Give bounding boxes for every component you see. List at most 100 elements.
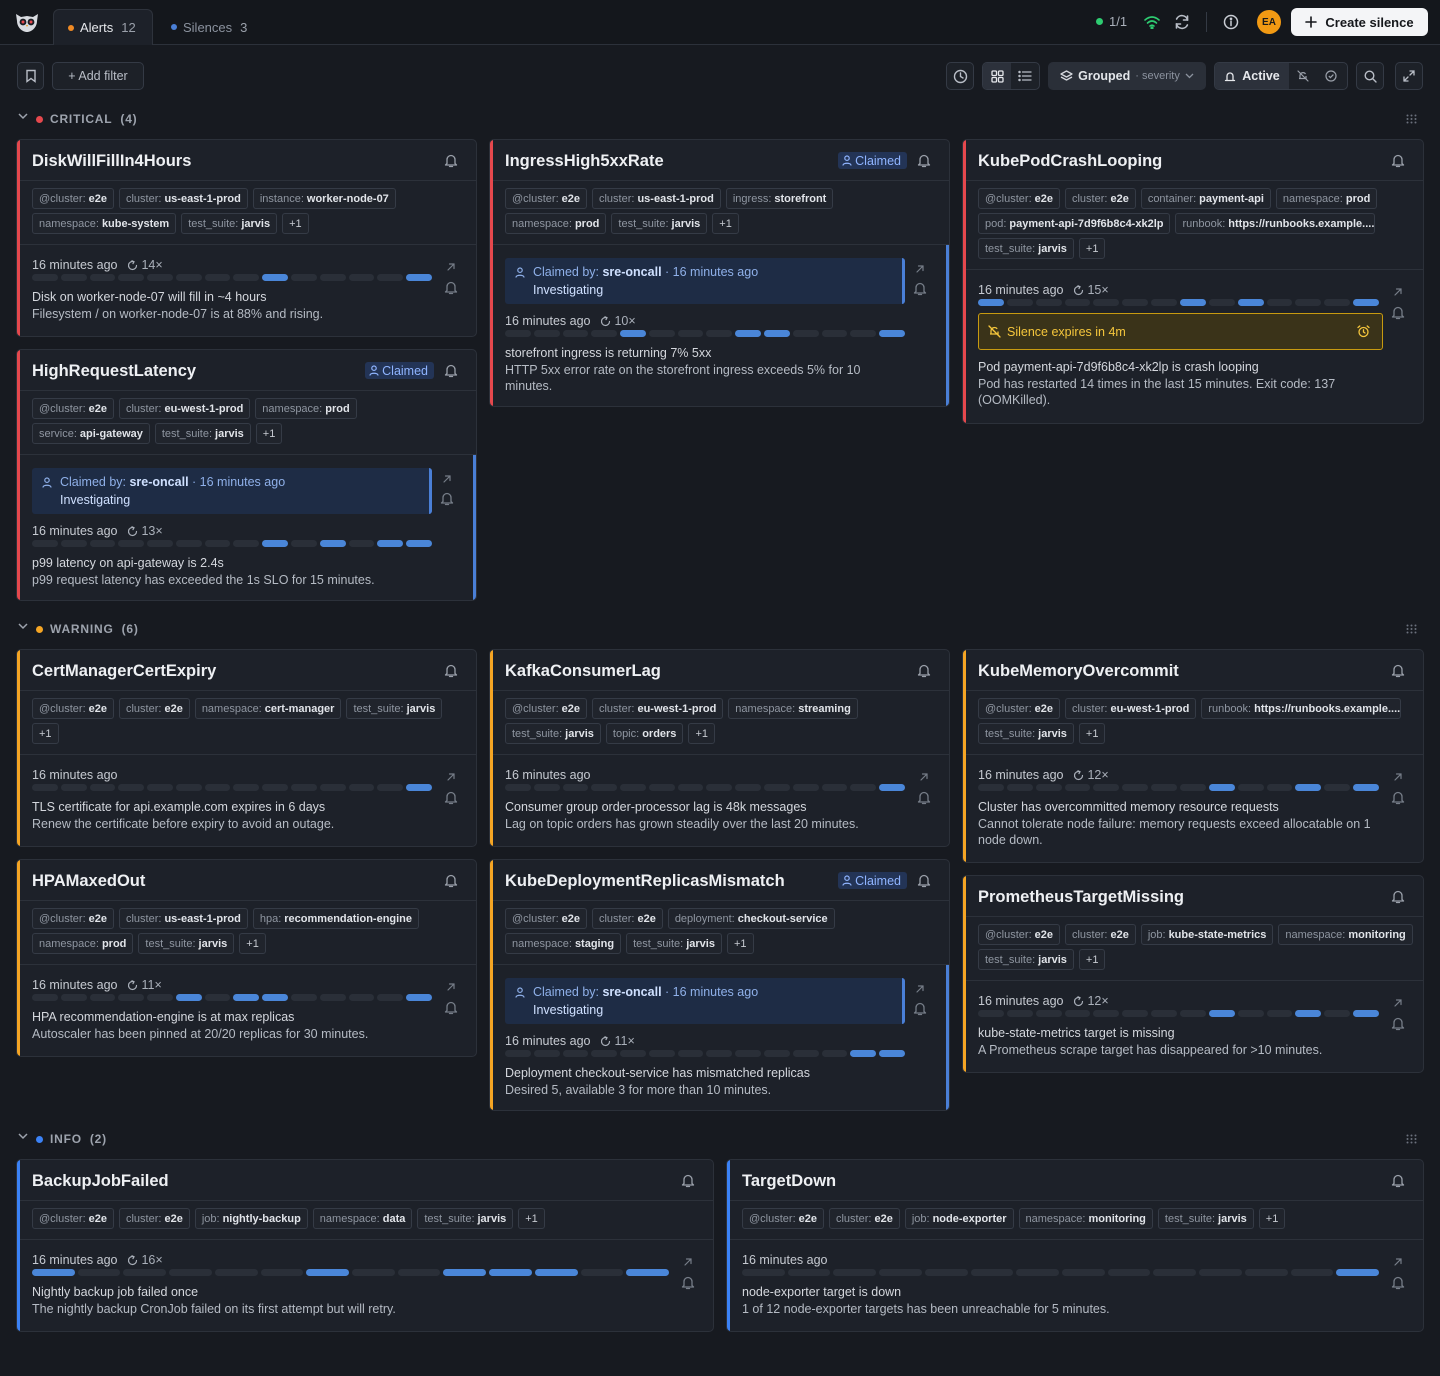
- label-chip[interactable]: @cluster: e2e: [505, 188, 587, 209]
- more-labels-chip[interactable]: +1: [688, 723, 715, 744]
- label-chip[interactable]: @cluster: e2e: [505, 908, 587, 929]
- history-button[interactable]: [946, 62, 974, 90]
- label-chip[interactable]: test_suite: jarvis: [626, 933, 722, 954]
- alert-card[interactable]: TargetDown @cluster: e2e cluster: e2e job: nod…: [726, 1159, 1424, 1332]
- label-chip[interactable]: runbook: https://runbooks.example....: [1201, 698, 1402, 719]
- create-silence-button[interactable]: Create silence: [1291, 8, 1428, 36]
- more-labels-chip[interactable]: +1: [32, 723, 59, 744]
- label-chip[interactable]: test_suite: jarvis: [417, 1208, 514, 1229]
- label-chip[interactable]: cluster: eu-west-1-prod: [591, 698, 724, 719]
- bell-icon[interactable]: [444, 280, 458, 295]
- bell-icon[interactable]: [1391, 1275, 1405, 1290]
- label-chip[interactable]: @cluster: e2e: [32, 188, 114, 209]
- label-chip[interactable]: namespace: prod: [1275, 188, 1378, 209]
- alert-card[interactable]: KafkaConsumerLag @cluster: e2e cluster: eu-w…: [489, 649, 950, 847]
- label-chip[interactable]: runbook: https://runbooks.example....: [1175, 213, 1376, 234]
- alert-card[interactable]: KubeDeploymentReplicasMismatch Claimed @cl…: [489, 859, 950, 1111]
- alert-title[interactable]: BackupJobFailed: [32, 1172, 169, 1191]
- group-by-select[interactable]: Grouped · severity: [1048, 62, 1206, 90]
- bell-icon[interactable]: [444, 1000, 458, 1015]
- more-labels-chip[interactable]: +1: [1078, 238, 1106, 259]
- bell-icon[interactable]: [681, 1275, 695, 1290]
- bell-icon[interactable]: [917, 153, 931, 168]
- label-chip[interactable]: @cluster: e2e: [978, 924, 1060, 945]
- bell-icon[interactable]: [444, 663, 458, 678]
- bell-icon[interactable]: [917, 790, 931, 805]
- active-filter-button[interactable]: Active: [1215, 63, 1289, 89]
- bell-icon[interactable]: [1391, 305, 1405, 320]
- label-chip[interactable]: namespace: data: [312, 1208, 413, 1229]
- bell-icon[interactable]: [1391, 1016, 1405, 1031]
- label-chip[interactable]: job: nightly-backup: [194, 1208, 308, 1229]
- bell-icon[interactable]: [913, 281, 927, 296]
- label-chip[interactable]: instance: worker-node-07: [252, 188, 396, 209]
- bell-icon[interactable]: [444, 363, 458, 378]
- bell-icon[interactable]: [917, 873, 931, 888]
- more-labels-chip[interactable]: +1: [712, 213, 739, 234]
- group-header-critical[interactable]: CRITICAL (4): [0, 108, 1440, 130]
- alert-card[interactable]: BackupJobFailed @cluster: e2e cluster: e2e jo…: [16, 1159, 714, 1332]
- alert-card[interactable]: KubePodCrashLooping @cluster: e2e cluster: e…: [962, 139, 1424, 424]
- bell-icon[interactable]: [1391, 153, 1405, 168]
- more-labels-chip[interactable]: +1: [239, 933, 266, 954]
- label-chip[interactable]: cluster: e2e: [828, 1208, 900, 1229]
- label-chip[interactable]: test_suite: jarvis: [1157, 1208, 1254, 1229]
- label-chip[interactable]: test_suite: jarvis: [154, 423, 251, 444]
- label-chip[interactable]: cluster: us-east-1-prod: [118, 908, 248, 929]
- label-chip[interactable]: namespace: streaming: [728, 698, 858, 719]
- drag-handle-icon[interactable]: [1406, 114, 1417, 124]
- alert-card[interactable]: DiskWillFillIn4Hours @cluster: e2e cluster:…: [16, 139, 477, 337]
- drag-handle-icon[interactable]: [1406, 624, 1417, 634]
- label-chip[interactable]: test_suite: jarvis: [611, 213, 708, 234]
- alert-title[interactable]: PrometheusTargetMissing: [978, 888, 1184, 907]
- more-labels-chip[interactable]: +1: [1078, 949, 1106, 970]
- label-chip[interactable]: test_suite: jarvis: [138, 933, 235, 954]
- external-link-icon[interactable]: [915, 264, 925, 274]
- add-filter-button[interactable]: + Add filter: [52, 62, 144, 90]
- label-chip[interactable]: test_suite: jarvis: [978, 238, 1074, 259]
- refresh-icon[interactable]: [1172, 12, 1192, 32]
- label-chip[interactable]: cluster: eu-west-1-prod: [118, 398, 251, 419]
- alert-title[interactable]: KafkaConsumerLag: [505, 662, 661, 681]
- silence-banner[interactable]: Silence expires in 4m: [978, 313, 1383, 350]
- alert-title[interactable]: KubeDeploymentReplicasMismatch: [505, 872, 785, 891]
- label-chip[interactable]: @cluster: e2e: [32, 908, 114, 929]
- external-link-icon[interactable]: [1393, 998, 1403, 1008]
- label-chip[interactable]: cluster: e2e: [591, 908, 663, 929]
- info-icon[interactable]: [1221, 12, 1241, 32]
- alert-title[interactable]: TargetDown: [742, 1172, 836, 1191]
- label-chip[interactable]: namespace: prod: [505, 213, 607, 234]
- alert-title[interactable]: CertManagerCertExpiry: [32, 662, 216, 681]
- label-chip[interactable]: @cluster: e2e: [32, 698, 114, 719]
- resolved-filter-button[interactable]: [1317, 63, 1345, 89]
- label-chip[interactable]: @cluster: e2e: [978, 188, 1060, 209]
- label-chip[interactable]: topic: orders: [605, 723, 684, 744]
- label-chip[interactable]: job: node-exporter: [904, 1208, 1014, 1229]
- bell-icon[interactable]: [917, 663, 931, 678]
- tab-alerts[interactable]: Alerts 12: [53, 9, 153, 45]
- external-link-icon[interactable]: [1393, 287, 1403, 297]
- alert-card[interactable]: PrometheusTargetMissing @cluster: e2e clust…: [962, 875, 1424, 1073]
- label-chip[interactable]: namespace: cert-manager: [194, 698, 342, 719]
- list-view-button[interactable]: [1011, 63, 1039, 89]
- label-chip[interactable]: test_suite: jarvis: [978, 723, 1074, 744]
- more-labels-chip[interactable]: +1: [282, 213, 309, 234]
- label-chip[interactable]: ingress: storefront: [725, 188, 834, 209]
- label-chip[interactable]: namespace: kube-system: [32, 213, 177, 234]
- label-chip[interactable]: test_suite: jarvis: [978, 949, 1074, 970]
- search-button[interactable]: [1356, 62, 1384, 90]
- label-chip[interactable]: cluster: e2e: [1064, 188, 1136, 209]
- more-labels-chip[interactable]: +1: [1258, 1208, 1286, 1229]
- external-link-icon[interactable]: [915, 984, 925, 994]
- label-chip[interactable]: test_suite: jarvis: [505, 723, 601, 744]
- external-link-icon[interactable]: [683, 1257, 693, 1267]
- external-link-icon[interactable]: [919, 772, 929, 782]
- external-link-icon[interactable]: [446, 262, 456, 272]
- alarm-clock-icon[interactable]: [1357, 325, 1370, 338]
- label-chip[interactable]: namespace: prod: [32, 933, 134, 954]
- alert-card[interactable]: IngressHigh5xxRate Claimed @cluster: e2e clu…: [489, 139, 950, 407]
- label-chip[interactable]: test_suite: jarvis: [181, 213, 278, 234]
- label-chip[interactable]: cluster: e2e: [118, 1208, 190, 1229]
- drag-handle-icon[interactable]: [1406, 1134, 1417, 1144]
- label-chip[interactable]: namespace: monitoring: [1278, 924, 1413, 945]
